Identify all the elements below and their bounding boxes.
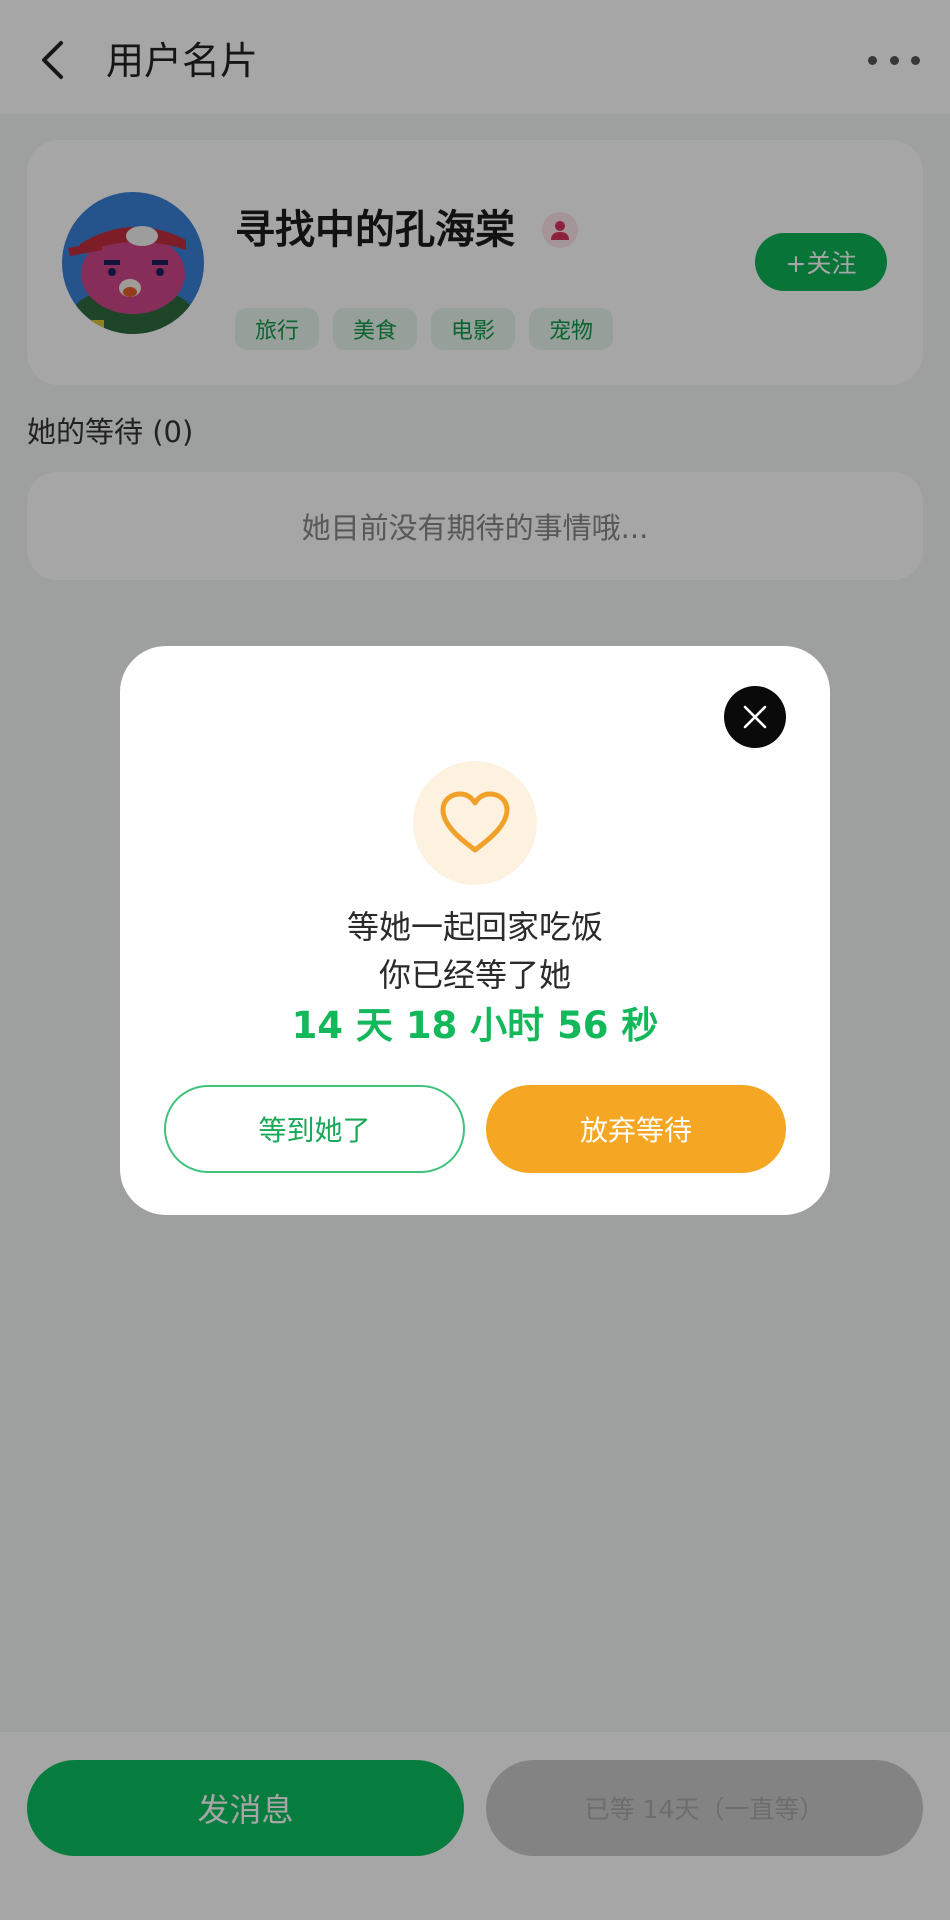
give-up-button[interactable]: 放弃等待 [486, 1085, 786, 1173]
close-button[interactable] [724, 686, 786, 748]
waited-button[interactable]: 等到她了 [164, 1085, 465, 1173]
heart-badge [413, 761, 537, 885]
waiting-modal: 等她一起回家吃饭 你已经等了她 14 天 18 小时 56 秒 等到她了 放弃等… [120, 646, 830, 1215]
user-card-page: 用户名片 寻找中的孔海棠 +关注 旅行 美食 电影 宠物 她的等待 (0) 她目… [0, 0, 950, 1920]
heart-icon [440, 791, 510, 853]
waiting-timer: 14 天 18 小时 56 秒 [291, 1004, 659, 1047]
modal-subtitle: 你已经等了她 [378, 956, 571, 994]
close-icon [743, 705, 767, 729]
modal-event-title: 等她一起回家吃饭 [346, 908, 603, 946]
